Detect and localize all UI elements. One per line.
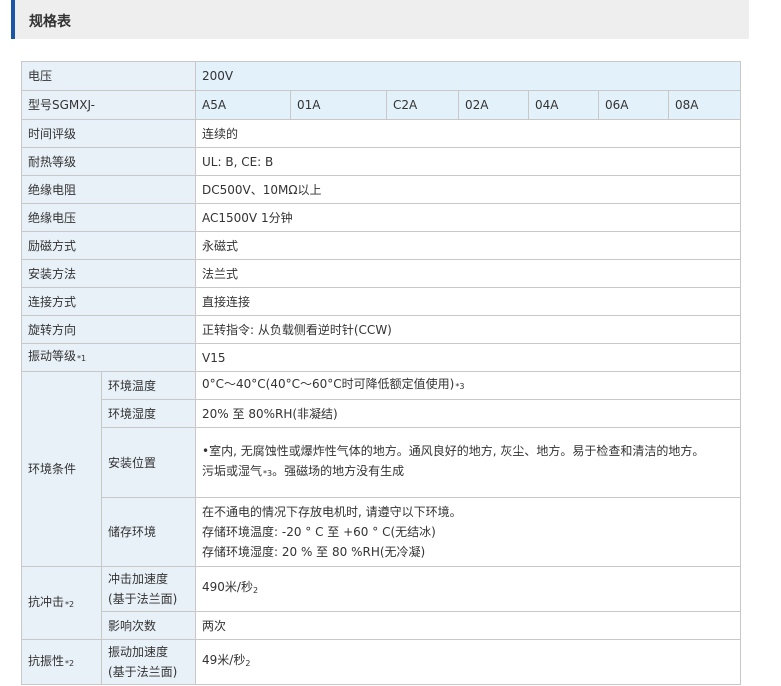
row-label-insulation-resistance: 绝缘电阻: [20, 175, 197, 204]
table-row: 环境湿度 20% 至 80%RH(非凝结): [22, 399, 742, 428]
storage-line: 存储环境湿度: 20 % 至 80 %RH(无冷凝): [202, 545, 426, 559]
table-row: 型号SGMXJ- A5A 01A C2A 02A 04A 06A 08A: [20, 90, 742, 120]
table-row: 耐热等级 UL: B, CE: B: [20, 147, 742, 176]
row-value-rotation: 正转指令: 从负载侧看逆时针(CCW): [195, 315, 742, 344]
table-row: 储存环境 在不通电的情况下存放电机时, 请遵守以下环境。 存储环境温度: -20…: [22, 497, 742, 567]
row-value-mounting: 法兰式: [195, 259, 742, 288]
table-row: 连接方式 直接连接: [20, 287, 742, 316]
table-row: 绝缘电阻 DC500V、10MΩ以上: [20, 175, 742, 204]
model-code: 04A: [528, 90, 600, 120]
row-value-voltage: 200V: [195, 61, 742, 91]
table-row: 时间评级 连续的: [20, 119, 742, 148]
sub-label-shock-count: 影响次数: [100, 611, 197, 640]
table-row: 安装位置 •室内, 无腐蚀性或爆炸性气体的地方。通风良好的地方, 灰尘、地方。易…: [22, 427, 742, 498]
storage-line: 存储环境温度: -20 ° C 至 +60 ° C(无结冰): [202, 525, 436, 539]
row-label-mounting: 安装方法: [20, 259, 197, 288]
table-row: 安装方法 法兰式: [20, 259, 742, 288]
sub-label-vibration-accel: 振动加速度 (基于法兰面): [100, 639, 197, 685]
table-row: 旋转方向 正转指令: 从负载侧看逆时针(CCW): [20, 315, 742, 344]
footnote-mark: *3: [455, 382, 465, 391]
row-value-location: •室内, 无腐蚀性或爆炸性气体的地方。通风良好的地方, 灰尘、地方。易于检查和清…: [195, 427, 742, 498]
spec-table: 电压 200V 型号SGMXJ- A5A 01A C2A 02A 04A 06A…: [20, 61, 742, 685]
section-header: 规格表: [11, 0, 749, 39]
row-label-environment: 环境条件: [21, 371, 102, 567]
footnote-mark: *1: [77, 354, 87, 363]
row-label-excitation: 励磁方式: [20, 231, 197, 260]
row-value-time-rating: 连续的: [195, 119, 742, 148]
row-value-shock-count: 两次: [195, 611, 742, 640]
row-label-rotation: 旋转方向: [20, 315, 197, 344]
row-label-vibration: 抗振性*2: [21, 639, 102, 685]
row-value-excitation: 永磁式: [195, 231, 742, 260]
page-title: 规格表: [29, 14, 71, 30]
row-label-connection: 连接方式: [20, 287, 197, 316]
storage-line: 在不通电的情况下存放电机时, 请遵守以下环境。: [202, 505, 462, 519]
row-value-vibration-class: V15: [195, 343, 742, 372]
row-label-shock: 抗冲击*2: [21, 566, 102, 640]
row-label-heat-class: 耐热等级: [20, 147, 197, 176]
row-value-insulation-voltage: AC1500V 1分钟: [195, 203, 742, 232]
footnote-mark: *2: [65, 599, 75, 609]
footnote-mark: *3: [263, 469, 273, 478]
table-row: 环境条件 环境温度 0°C～40°C(40°C～60°C时可降低额定值使用)*3: [21, 371, 742, 567]
row-value-temp: 0°C～40°C(40°C～60°C时可降低额定值使用)*3: [195, 371, 742, 400]
footnote-mark: *2: [65, 658, 75, 668]
sub-label-temp: 环境温度: [100, 371, 197, 400]
row-label-time-rating: 时间评级: [20, 119, 197, 148]
table-row: 电压 200V: [20, 61, 742, 91]
row-label-model: 型号SGMXJ-: [20, 90, 197, 120]
sub-label-shock-accel: 冲击加速度 (基于法兰面): [100, 566, 197, 612]
sub-label-storage: 储存环境: [100, 497, 197, 567]
model-code: A5A: [195, 90, 292, 120]
table-row: 抗冲击*2 冲击加速度 (基于法兰面) 490米/秒2: [21, 566, 742, 640]
table-row: 抗振性*2 振动加速度 (基于法兰面) 49米/秒2: [21, 639, 742, 685]
row-value-insulation-resistance: DC500V、10MΩ以上: [195, 175, 742, 204]
row-value-storage: 在不通电的情况下存放电机时, 请遵守以下环境。 存储环境温度: -20 ° C …: [195, 497, 742, 567]
table-row: 励磁方式 永磁式: [20, 231, 742, 260]
table-row: 绝缘电压 AC1500V 1分钟: [20, 203, 742, 232]
row-label-vibration-class: 振动等级*1: [20, 343, 197, 372]
model-code: 01A: [290, 90, 388, 120]
sub-label-location: 安装位置: [100, 427, 197, 498]
row-value-vibration-accel: 49米/秒2: [195, 639, 742, 685]
location-line: 污垢或湿气*3。强磁场的地方没有生成: [202, 464, 405, 478]
row-value-humidity: 20% 至 80%RH(非凝结): [195, 399, 742, 428]
sub-label-humidity: 环境湿度: [100, 399, 197, 428]
row-value-heat-class: UL: B, CE: B: [195, 147, 742, 176]
table-row: 影响次数 两次: [22, 611, 742, 640]
table-row: 振动等级*1 V15: [20, 343, 742, 372]
row-label-insulation-voltage: 绝缘电压: [20, 203, 197, 232]
row-value-shock-accel: 490米/秒2: [195, 566, 742, 612]
model-code: C2A: [386, 90, 460, 120]
row-value-connection: 直接连接: [195, 287, 742, 316]
location-line: •室内, 无腐蚀性或爆炸性气体的地方。通风良好的地方, 灰尘、地方。易于检查和清…: [202, 444, 705, 458]
model-code: 02A: [458, 90, 530, 120]
row-label-voltage: 电压: [20, 61, 197, 91]
model-code: 08A: [668, 90, 742, 120]
model-code: 06A: [598, 90, 670, 120]
